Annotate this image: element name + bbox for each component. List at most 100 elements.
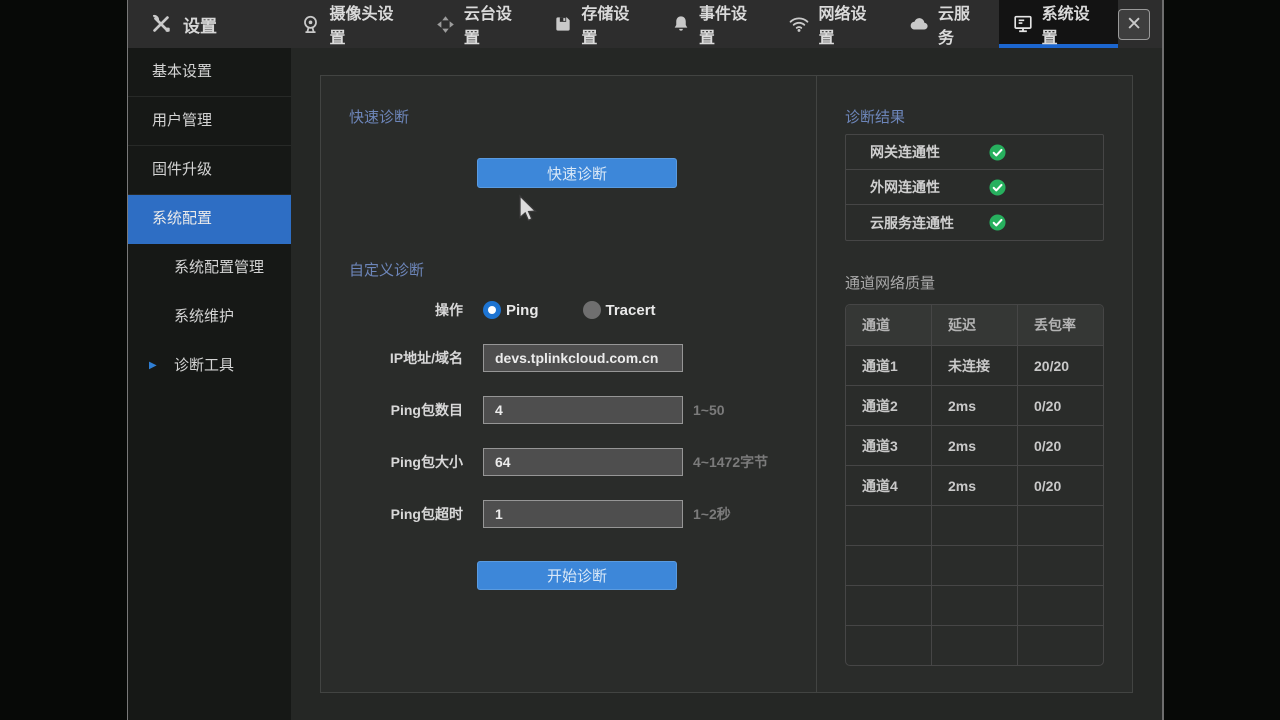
channel-quality-heading: 通道网络质量: [845, 272, 935, 293]
success-check-icon: [989, 144, 1006, 166]
packet-loss-cell: [1018, 506, 1103, 545]
cloud-icon: [908, 13, 930, 35]
close-icon: ✕: [1126, 13, 1142, 36]
storage-icon: [553, 14, 573, 34]
mouse-cursor: [516, 194, 538, 229]
ping-size-input[interactable]: [483, 448, 683, 476]
channel-cell: 通道2: [846, 386, 932, 425]
ip-domain-label: IP地址/域名: [321, 348, 463, 368]
tools-icon: [150, 13, 172, 35]
sidebar-item-label: 基本设置: [152, 63, 212, 80]
quick-diagnose-button[interactable]: 快速诊断: [477, 158, 677, 188]
tab-label: 网络设置: [818, 0, 882, 48]
radio-selected-icon[interactable]: [483, 301, 501, 319]
tab-storage-settings[interactable]: 存储设置: [540, 0, 658, 48]
bell-icon: [671, 14, 691, 34]
tab-camera-settings[interactable]: 摄像头设置: [287, 0, 421, 48]
channel-table-row: 通道2 2ms 0/20: [846, 385, 1103, 425]
latency-cell: 2ms: [932, 466, 1018, 505]
wifi-icon: [788, 13, 810, 35]
ping-size-label: Ping包大小: [321, 452, 463, 472]
result-row: 网关连通性: [846, 135, 1103, 170]
sidebar-subitem-system-maintenance[interactable]: 系统维护: [128, 293, 291, 342]
success-check-icon: [989, 179, 1006, 201]
channel-cell: 通道1: [846, 346, 932, 385]
sidebar-item-user-management[interactable]: 用户管理: [128, 97, 291, 146]
top-bar: 设置 摄像头设置: [128, 0, 1162, 48]
current-item-arrow-icon: ▶: [149, 342, 157, 390]
sidebar-item-label: 固件升级: [152, 161, 212, 178]
sidebar-subitem-config-management[interactable]: 系统配置管理: [128, 244, 291, 293]
quick-diagnosis-heading: 快速诊断: [349, 106, 409, 127]
result-label: 网关连通性: [870, 142, 940, 162]
channel-cell: 通道4: [846, 466, 932, 505]
tab-label: 云服务: [938, 0, 986, 48]
close-button[interactable]: ✕: [1118, 9, 1150, 40]
ip-domain-input[interactable]: [483, 344, 683, 372]
channel-cell: [846, 586, 932, 625]
app-title-label: 设置: [183, 12, 217, 37]
ping-count-input[interactable]: [483, 396, 683, 424]
tab-network-settings[interactable]: 网络设置: [775, 0, 895, 48]
tab-label: 云台设置: [464, 0, 528, 48]
channel-quality-table: 通道 延迟 丢包率 通道1 未连接 20/20 通道2 2ms 0/20: [845, 304, 1104, 666]
column-header-channel: 通道: [846, 305, 932, 345]
app-title: 设置: [128, 0, 287, 48]
channel-table-row: [846, 505, 1103, 545]
tab-cloud-service[interactable]: 云服务: [895, 0, 999, 48]
ptz-icon: [435, 14, 456, 35]
ping-size-row: Ping包大小 4~1472字节: [321, 448, 815, 476]
radio-label: Tracert: [606, 302, 656, 319]
ping-size-hint: 4~1472字节: [693, 452, 768, 472]
column-header-packet-loss: 丢包率: [1018, 305, 1103, 345]
ping-timeout-label: Ping包超时: [321, 504, 463, 524]
ping-timeout-input[interactable]: [483, 500, 683, 528]
latency-cell: [932, 586, 1018, 625]
start-diagnose-button[interactable]: 开始诊断: [477, 561, 677, 590]
radio-option-ping[interactable]: Ping: [483, 301, 539, 319]
channel-cell: [846, 546, 932, 585]
result-row: 云服务连通性: [846, 205, 1103, 240]
radio-unselected-icon[interactable]: [583, 301, 601, 319]
channel-cell: 通道3: [846, 426, 932, 465]
diagnosis-results-heading: 诊断结果: [845, 106, 905, 127]
quick-diagnose-button-label: 快速诊断: [547, 163, 607, 184]
operation-row: 操作 Ping Tracert: [321, 296, 815, 324]
sidebar-subitem-diagnostic-tools[interactable]: ▶ 诊断工具: [128, 342, 291, 391]
camera-icon: [300, 14, 321, 35]
sidebar: 基本设置 用户管理 固件升级 系统配置 系统配置管理 系统维护 ▶ 诊断工具: [128, 48, 291, 720]
success-check-icon: [989, 214, 1006, 236]
sidebar-item-basic-settings[interactable]: 基本设置: [128, 48, 291, 97]
latency-cell: [932, 546, 1018, 585]
packet-loss-cell: [1018, 586, 1103, 625]
channel-table-row: [846, 625, 1103, 665]
ping-timeout-hint: 1~2秒: [693, 504, 731, 524]
column-header-latency: 延迟: [932, 305, 1018, 345]
tab-label: 事件设置: [699, 0, 763, 48]
diagnosis-results-table: 网关连通性 外网连通性: [845, 134, 1104, 241]
tab-event-settings[interactable]: 事件设置: [658, 0, 776, 48]
tab-system-settings[interactable]: 系统设置: [999, 0, 1119, 48]
channel-table-header: 通道 延迟 丢包率: [846, 305, 1103, 345]
ping-count-label: Ping包数目: [321, 400, 463, 420]
tab-label: 存储设置: [581, 0, 645, 48]
operation-radio-group: Ping Tracert: [483, 301, 656, 319]
sidebar-item-system-config[interactable]: 系统配置: [128, 195, 291, 244]
latency-cell: 2ms: [932, 426, 1018, 465]
latency-cell: 2ms: [932, 386, 1018, 425]
tab-ptz-settings[interactable]: 云台设置: [422, 0, 541, 48]
sidebar-item-label: 系统配置: [152, 210, 212, 227]
sidebar-item-firmware-upgrade[interactable]: 固件升级: [128, 146, 291, 195]
packet-loss-cell: 0/20: [1018, 466, 1103, 505]
packet-loss-cell: [1018, 626, 1103, 665]
channel-table-row: 通道4 2ms 0/20: [846, 465, 1103, 505]
top-nav: 摄像头设置 云台设置: [287, 0, 1118, 48]
channel-table-row: 通道1 未连接 20/20: [846, 345, 1103, 385]
ip-domain-row: IP地址/域名: [321, 344, 815, 372]
radio-option-tracert[interactable]: Tracert: [583, 301, 656, 319]
packet-loss-cell: 0/20: [1018, 386, 1103, 425]
custom-diagnosis-heading: 自定义诊断: [349, 259, 424, 280]
panel-divider: [816, 76, 817, 692]
packet-loss-cell: 20/20: [1018, 346, 1103, 385]
tab-label: 摄像头设置: [329, 0, 408, 48]
